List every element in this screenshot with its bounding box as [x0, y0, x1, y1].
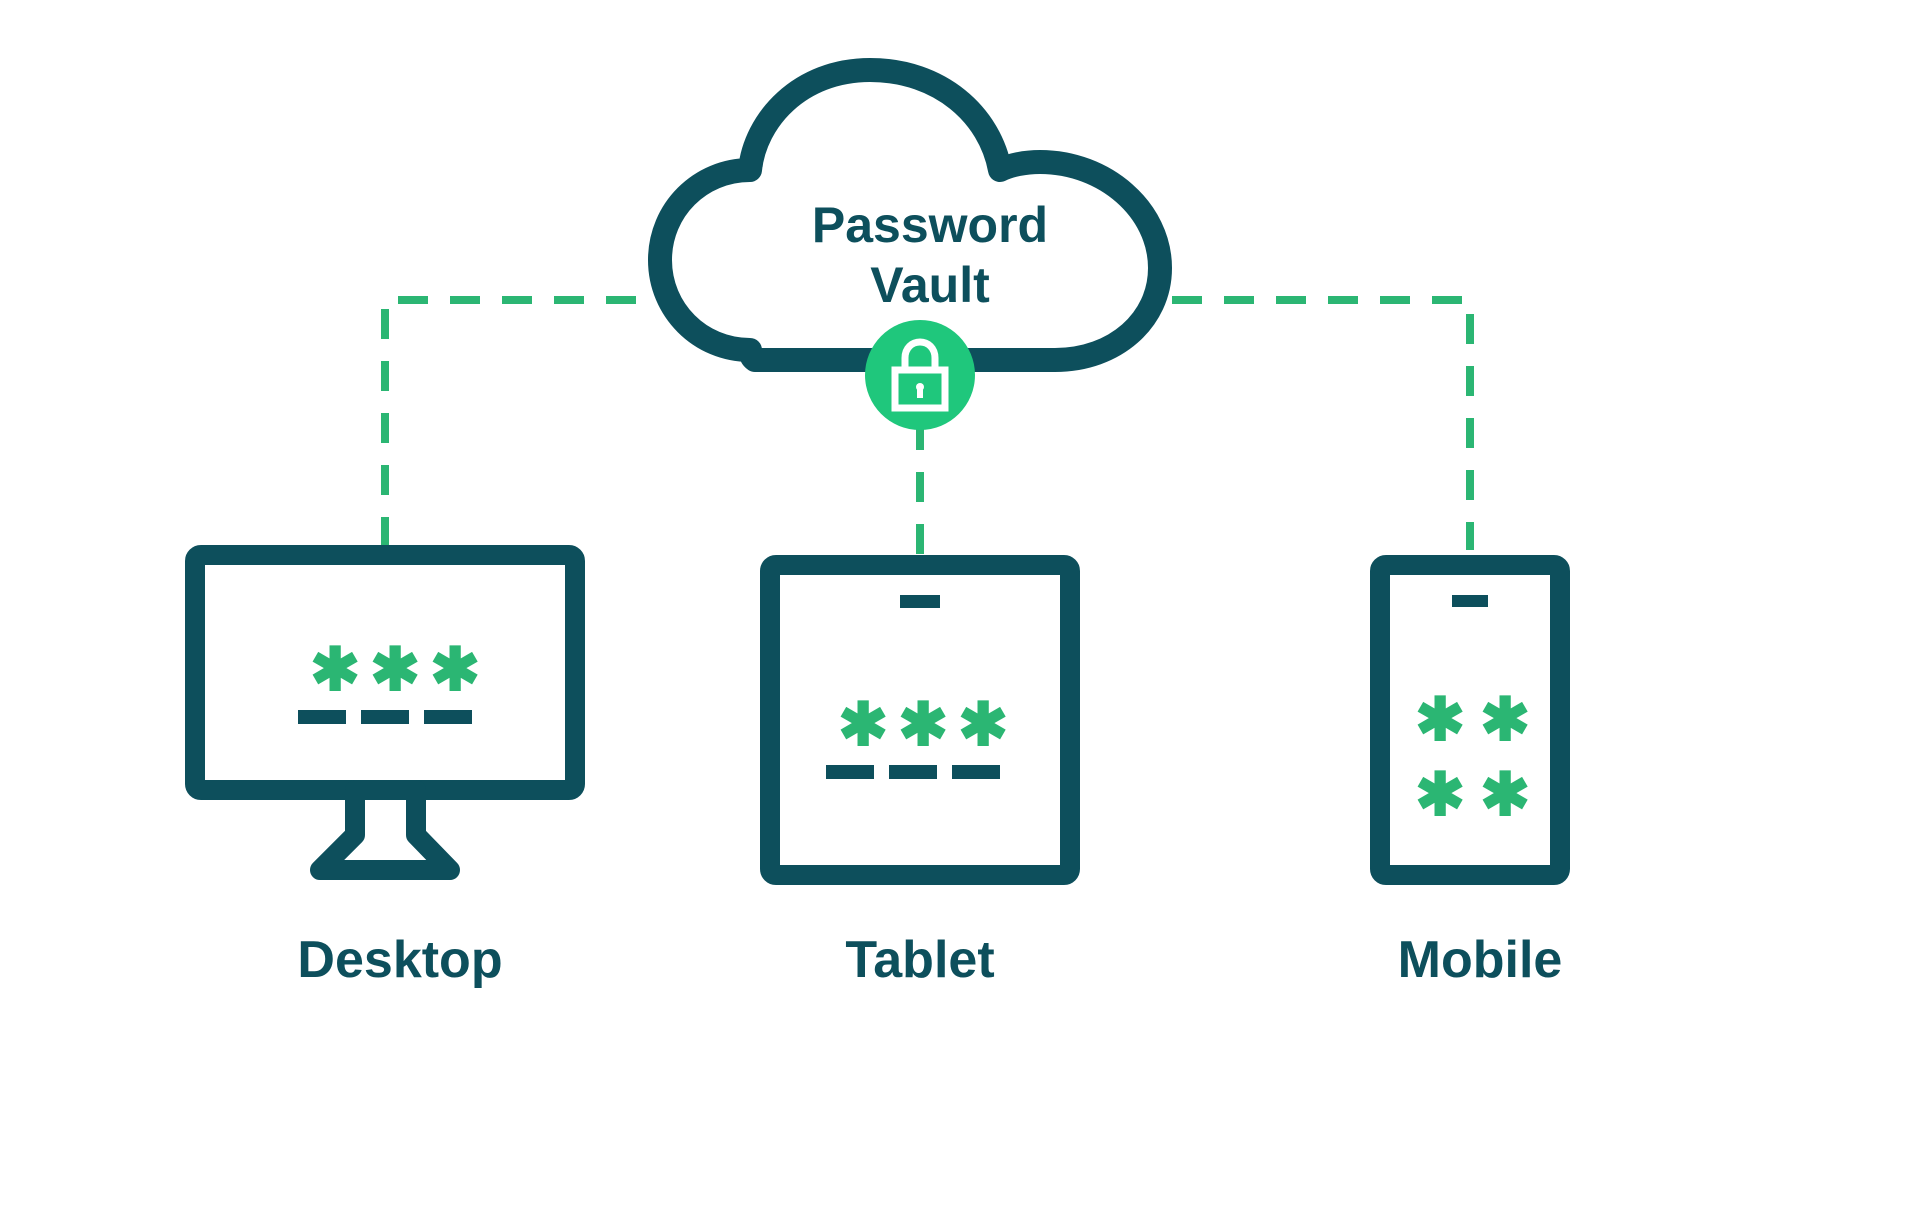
- tablet-device-icon: ✱ ✱ ✱: [770, 565, 1070, 875]
- svg-text:✱: ✱: [838, 691, 888, 758]
- svg-text:✱: ✱: [1415, 761, 1465, 828]
- mobile-device-icon: ✱ ✱ ✱ ✱: [1380, 565, 1560, 875]
- svg-text:✱: ✱: [1480, 686, 1530, 753]
- tablet-label: Tablet: [770, 930, 1070, 990]
- diagram-svg: ✱ ✱ ✱ ✱ ✱ ✱: [0, 0, 1920, 1209]
- tablet-dashes: [826, 765, 1000, 779]
- svg-text:✱: ✱: [1480, 761, 1530, 828]
- cloud-label: Password Vault: [750, 195, 1110, 315]
- desktop-asterisks: ✱ ✱ ✱: [310, 636, 480, 703]
- svg-text:✱: ✱: [1415, 686, 1465, 753]
- cloud-label-line1: Password: [812, 197, 1048, 253]
- svg-text:✱: ✱: [898, 691, 948, 758]
- svg-text:✱: ✱: [958, 691, 1008, 758]
- svg-text:✱: ✱: [370, 636, 420, 703]
- mobile-label: Mobile: [1330, 930, 1630, 990]
- desktop-label: Desktop: [250, 930, 550, 990]
- diagram-root: ✱ ✱ ✱ ✱ ✱ ✱: [0, 0, 1920, 1209]
- cloud-label-line2: Vault: [870, 257, 989, 313]
- lock-badge: [865, 320, 975, 430]
- svg-text:✱: ✱: [430, 636, 480, 703]
- tablet-asterisks: ✱ ✱ ✱: [838, 691, 1008, 758]
- desktop-device-icon: ✱ ✱ ✱: [195, 555, 575, 870]
- desktop-dashes: [298, 710, 472, 724]
- svg-text:✱: ✱: [310, 636, 360, 703]
